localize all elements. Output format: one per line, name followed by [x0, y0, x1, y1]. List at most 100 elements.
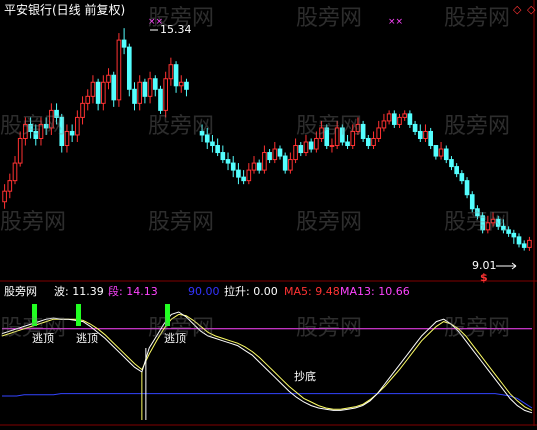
candle-body [319, 127, 324, 139]
ind-item-segment: 段: 14.13 [108, 285, 158, 298]
candle-body [288, 159, 293, 171]
candle-body [204, 134, 210, 143]
candle-body [163, 78, 168, 111]
candle-body [43, 123, 49, 129]
candle-body [490, 218, 496, 224]
candle-body [111, 74, 117, 101]
cross-mark-right: ×× [388, 17, 404, 27]
candle-body [391, 113, 397, 125]
candle-body [184, 81, 189, 90]
candle-body [142, 81, 148, 97]
candle-body [178, 81, 184, 87]
candle-body [360, 123, 366, 139]
candle-body [501, 225, 506, 231]
candle-body [69, 130, 75, 136]
candle-body [521, 243, 527, 248]
candle-body [475, 208, 480, 217]
candle-body [12, 162, 18, 182]
candle-body [28, 123, 33, 132]
candle-body [506, 229, 511, 234]
candle-body [80, 102, 85, 118]
candle-body [215, 145, 220, 154]
candle-body [7, 180, 13, 192]
candle-body [511, 232, 517, 238]
escape-top-bar-2 [76, 304, 81, 326]
escape-top-bar-3 [165, 304, 170, 326]
ind-item-ma13-value: 10.66 [378, 285, 410, 298]
indicator-name: 股旁网 [4, 285, 37, 298]
candle-body [376, 127, 382, 139]
candle-body [293, 145, 298, 161]
candle-body [495, 218, 501, 227]
ind-item-lift-key: 拉升 [224, 285, 246, 298]
candle-body [412, 123, 418, 132]
candle-body [23, 123, 28, 139]
candle-body [366, 137, 371, 147]
candle-body [454, 166, 459, 175]
candle-body [158, 88, 163, 111]
candle-body [443, 148, 449, 161]
candle-body [101, 81, 106, 104]
candle-body [251, 162, 257, 171]
candle-body [126, 46, 132, 90]
candle-body [469, 194, 475, 210]
candle-body [168, 64, 174, 80]
ind-item-segment-key: 段 [108, 285, 119, 298]
candle-body [386, 113, 392, 122]
candle-body [438, 148, 444, 157]
candle-body [17, 137, 23, 164]
candle-body [230, 162, 236, 171]
candle-body [334, 127, 340, 147]
candle-body [282, 155, 288, 171]
candle-body [132, 88, 137, 104]
candle-body [355, 123, 361, 132]
ind-item-lift: 拉升: 0.00 [224, 285, 278, 298]
chart-title: 平安银行(日线 前复权) [4, 3, 126, 17]
candle-body [199, 130, 205, 136]
candle-body [485, 222, 491, 231]
candle-body [64, 130, 70, 147]
candle-body [90, 81, 96, 97]
indicator-line-blue [2, 393, 533, 409]
candle-body [121, 39, 127, 48]
candle-body [527, 239, 532, 248]
escape-top-label-2: 逃顶 [76, 332, 98, 345]
candle-body [38, 123, 44, 139]
candle-body [95, 81, 101, 104]
diamond-mark-2: ◇ [527, 3, 536, 16]
candle-body [106, 74, 111, 83]
ind-item-blue: 90.00 [188, 286, 220, 298]
candle-body [516, 236, 522, 245]
escape-top-label-3: 逃顶 [164, 332, 186, 345]
candle-body [267, 152, 272, 161]
candle-body [210, 141, 215, 147]
candle-body [272, 148, 278, 161]
candle-body [433, 145, 439, 157]
candle-body [340, 127, 345, 143]
candle-body [480, 215, 485, 231]
ind-item-wave-key: 波 [54, 285, 65, 298]
chart-stage: 平安银行(日线 前复权) 15.34 9.01 $ ×× ×× ◇ ◇ 股旁网 … [0, 0, 537, 426]
candle-body [33, 130, 39, 139]
indicator-line-white [1, 311, 533, 414]
ind-item-ma5: MA5: 9.48 [284, 285, 340, 298]
candle-body [75, 116, 80, 136]
ind-item-lift-value: 0.00 [253, 285, 278, 298]
candle-body [308, 141, 314, 150]
escape-top-label-1: 逃顶 [32, 332, 54, 345]
candle-body [85, 95, 91, 104]
ind-item-wave: 波: 11.39 [54, 285, 104, 298]
candle-body [2, 190, 7, 203]
candle-body [314, 137, 319, 150]
candle-body [220, 152, 226, 161]
candle-body [236, 169, 241, 178]
candle-body [49, 109, 54, 129]
candle-body [116, 39, 122, 101]
candle-body [397, 116, 402, 125]
candle-body [407, 113, 413, 125]
candle-body [402, 113, 408, 118]
candle-body [428, 130, 433, 147]
high-price-label: 15.34 [160, 23, 192, 36]
candle-body [324, 127, 330, 147]
escape-top-bar-1 [32, 304, 37, 326]
